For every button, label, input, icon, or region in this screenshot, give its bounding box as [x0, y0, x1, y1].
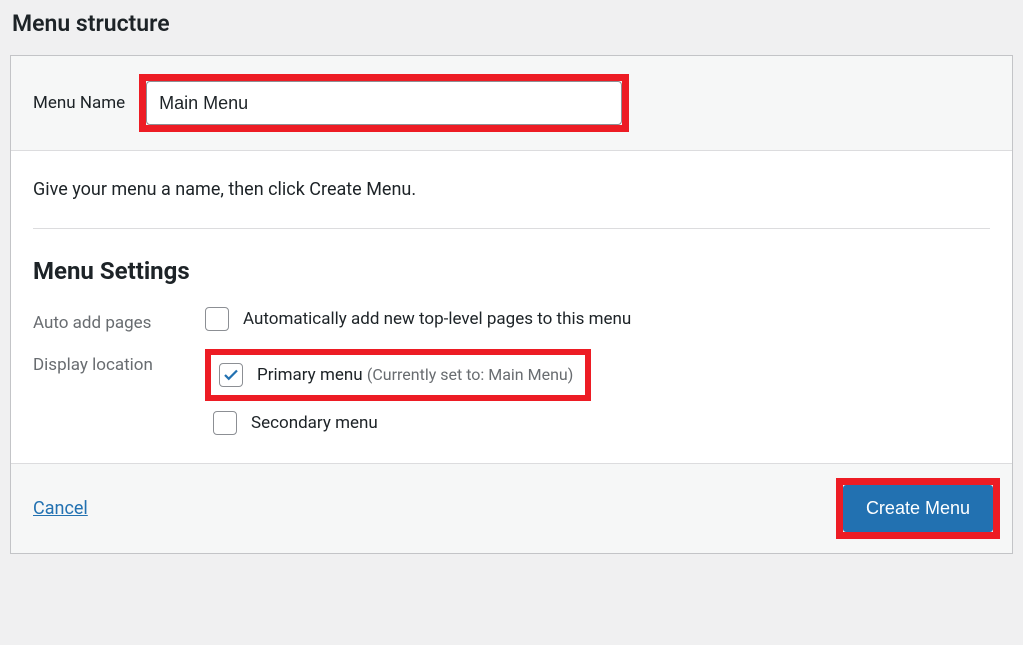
create-menu-button[interactable]: Create Menu — [843, 485, 993, 532]
menu-name-row: Menu Name — [11, 56, 1012, 151]
check-icon — [222, 366, 240, 384]
primary-menu-checkbox[interactable] — [219, 363, 243, 387]
highlight-display-location: Primary menu (Currently set to: Main Men… — [205, 349, 591, 401]
menu-settings-title: Menu Settings — [11, 229, 1012, 299]
auto-add-checkbox[interactable] — [205, 307, 229, 331]
display-location-label: Display location — [33, 349, 193, 375]
instruction-text: Give your menu a name, then click Create… — [11, 151, 1012, 228]
auto-add-row: Auto add pages Automatically add new top… — [11, 299, 1012, 341]
secondary-menu-checkbox[interactable] — [213, 411, 237, 435]
cancel-link[interactable]: Cancel — [33, 498, 88, 519]
menu-name-label: Menu Name — [33, 93, 125, 113]
panel-body: Give your menu a name, then click Create… — [11, 151, 1012, 443]
auto-add-label: Auto add pages — [33, 307, 193, 333]
footer-row: Cancel Create Menu — [11, 463, 1012, 553]
highlight-create-button: Create Menu — [836, 478, 1000, 539]
page-title: Menu structure — [10, 10, 1013, 37]
highlight-menu-name — [139, 74, 629, 132]
menu-structure-panel: Menu Name Give your menu a name, then cl… — [10, 55, 1013, 554]
auto-add-option-label: Automatically add new top-level pages to… — [243, 309, 631, 329]
primary-menu-label: Primary menu (Currently set to: Main Men… — [257, 365, 573, 385]
display-location-row: Display location Primary menu (Currently… — [11, 341, 1012, 443]
primary-menu-hint: (Currently set to: Main Menu) — [367, 365, 573, 384]
secondary-menu-label: Secondary menu — [251, 413, 378, 433]
menu-name-input[interactable] — [146, 81, 622, 125]
